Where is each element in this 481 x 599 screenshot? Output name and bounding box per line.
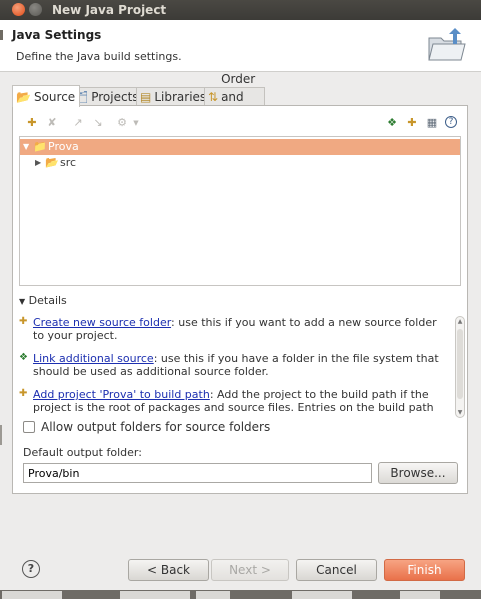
details-area: ✚ Create new source folder: use this if … bbox=[19, 308, 465, 416]
new-source-folder-icon[interactable]: ✚ bbox=[405, 116, 419, 130]
tree-row-src[interactable]: ▶ 📂 src bbox=[20, 155, 460, 171]
remove-folder-icon[interactable]: ✘ bbox=[45, 116, 59, 130]
details-scrollbar[interactable]: ▲ ▼ bbox=[455, 316, 465, 418]
back-button[interactable]: < Back bbox=[128, 559, 209, 581]
tree-row-project[interactable]: ▼ 📁 Prova bbox=[20, 139, 460, 155]
order-export-icon: ⇅ bbox=[208, 90, 219, 104]
background-edge bbox=[0, 425, 2, 445]
tab-label: Source bbox=[33, 89, 76, 104]
tab-source[interactable]: 📂 Source bbox=[12, 85, 81, 107]
checkbox-label: Allow output folders for source folders bbox=[41, 420, 271, 434]
more-actions-icon[interactable]: ⚙ bbox=[115, 116, 129, 130]
details-label: Details bbox=[28, 294, 67, 307]
tab-label: Libraries bbox=[154, 90, 207, 104]
link-additional-source-link[interactable]: Link additional source bbox=[33, 352, 154, 365]
details-section-toggle[interactable]: ▼ Details bbox=[19, 294, 67, 307]
tab-label: Projects bbox=[91, 90, 139, 104]
collapse-arrow-icon[interactable]: ▶ bbox=[35, 155, 41, 171]
allow-output-folders-checkbox[interactable] bbox=[23, 421, 35, 433]
browse-button[interactable]: Browse... bbox=[378, 462, 458, 484]
tab-order-export[interactable]: ⇅ Order and Export bbox=[204, 72, 266, 122]
window-title: New Java Project bbox=[52, 3, 167, 17]
help-icon[interactable]: ? bbox=[445, 116, 457, 128]
exclude-icon[interactable]: ↘ bbox=[91, 116, 105, 130]
page-title: Java Settings bbox=[12, 28, 102, 42]
link-source-icon: ❖ bbox=[19, 352, 28, 363]
output-folder-input[interactable] bbox=[23, 463, 372, 483]
taskbar-thumbnail[interactable] bbox=[120, 591, 190, 599]
package-folder-icon: 📂 bbox=[45, 156, 59, 169]
chevron-down-icon: ▼ bbox=[19, 297, 26, 306]
taskbar-strip bbox=[0, 590, 481, 599]
create-source-folder-link[interactable]: Create new source folder bbox=[33, 316, 171, 329]
taskbar-thumbnail[interactable] bbox=[2, 591, 62, 599]
cancel-button[interactable]: Cancel bbox=[296, 559, 377, 581]
scroll-down-icon[interactable]: ▼ bbox=[456, 409, 464, 416]
detail-link-source: ❖ Link additional source: use this if yo… bbox=[19, 352, 443, 378]
tab-projects[interactable]: 🗂 Projects bbox=[69, 87, 144, 106]
chevron-down-icon[interactable]: ▼ bbox=[129, 116, 143, 130]
add-folder-icon[interactable]: ✚ bbox=[25, 116, 39, 130]
new-folder-icon: ✚ bbox=[19, 316, 28, 327]
include-icon[interactable]: ↗ bbox=[71, 116, 85, 130]
help-button[interactable]: ? bbox=[22, 560, 40, 578]
detail-create-folder: ✚ Create new source folder: use this if … bbox=[19, 316, 443, 342]
minimize-window-button[interactable] bbox=[29, 3, 42, 16]
add-to-build-path-icon: ✚ bbox=[19, 388, 28, 399]
tab-libraries[interactable]: ▤ Libraries bbox=[136, 87, 212, 106]
tree-toolbar: ✚ ✘ ↗ ↘ ⚙ ▼ ❖ ✚ ▦ ? bbox=[21, 114, 461, 134]
add-project-build-path-link[interactable]: Add project 'Prova' to build path bbox=[33, 388, 210, 401]
wizard-header: Java Settings Define the Java build sett… bbox=[0, 20, 481, 72]
libraries-icon: ▤ bbox=[140, 90, 152, 104]
window-titlebar: New Java Project bbox=[0, 0, 481, 20]
link-source-icon[interactable]: ❖ bbox=[385, 116, 399, 130]
finish-button[interactable]: Finish bbox=[384, 559, 465, 581]
taskbar-thumbnail[interactable] bbox=[292, 591, 352, 599]
folder-build-icon bbox=[427, 28, 467, 67]
taskbar-thumbnail[interactable] bbox=[196, 591, 230, 599]
page-description: Define the Java build settings. bbox=[16, 50, 182, 63]
filter-icon[interactable]: ▦ bbox=[425, 116, 439, 130]
folder-name: src bbox=[60, 156, 77, 169]
source-tree[interactable]: ▼ 📁 Prova ▶ 📂 src bbox=[19, 136, 461, 286]
expand-arrow-icon[interactable]: ▼ bbox=[23, 139, 29, 155]
close-window-button[interactable] bbox=[12, 3, 25, 16]
project-icon: 📁 bbox=[33, 140, 47, 153]
scroll-up-icon[interactable]: ▲ bbox=[456, 318, 464, 325]
scrollbar-thumb[interactable] bbox=[457, 329, 463, 399]
edge-marker bbox=[0, 30, 3, 40]
allow-output-folders-option[interactable]: Allow output folders for source folders bbox=[23, 420, 270, 434]
detail-add-project: ✚ Add project 'Prova' to build path: Add… bbox=[19, 388, 443, 416]
output-folder-label: Default output folder: bbox=[23, 446, 142, 459]
source-tab-panel: ✚ ✘ ↗ ↘ ⚙ ▼ ❖ ✚ ▦ ? ▼ 📁 Prova ▶ 📂 src ▼ … bbox=[12, 105, 468, 494]
taskbar-thumbnail[interactable] bbox=[400, 591, 440, 599]
source-folder-icon: 📂 bbox=[16, 89, 31, 104]
project-name: Prova bbox=[48, 140, 79, 153]
next-button[interactable]: Next > bbox=[211, 559, 289, 581]
